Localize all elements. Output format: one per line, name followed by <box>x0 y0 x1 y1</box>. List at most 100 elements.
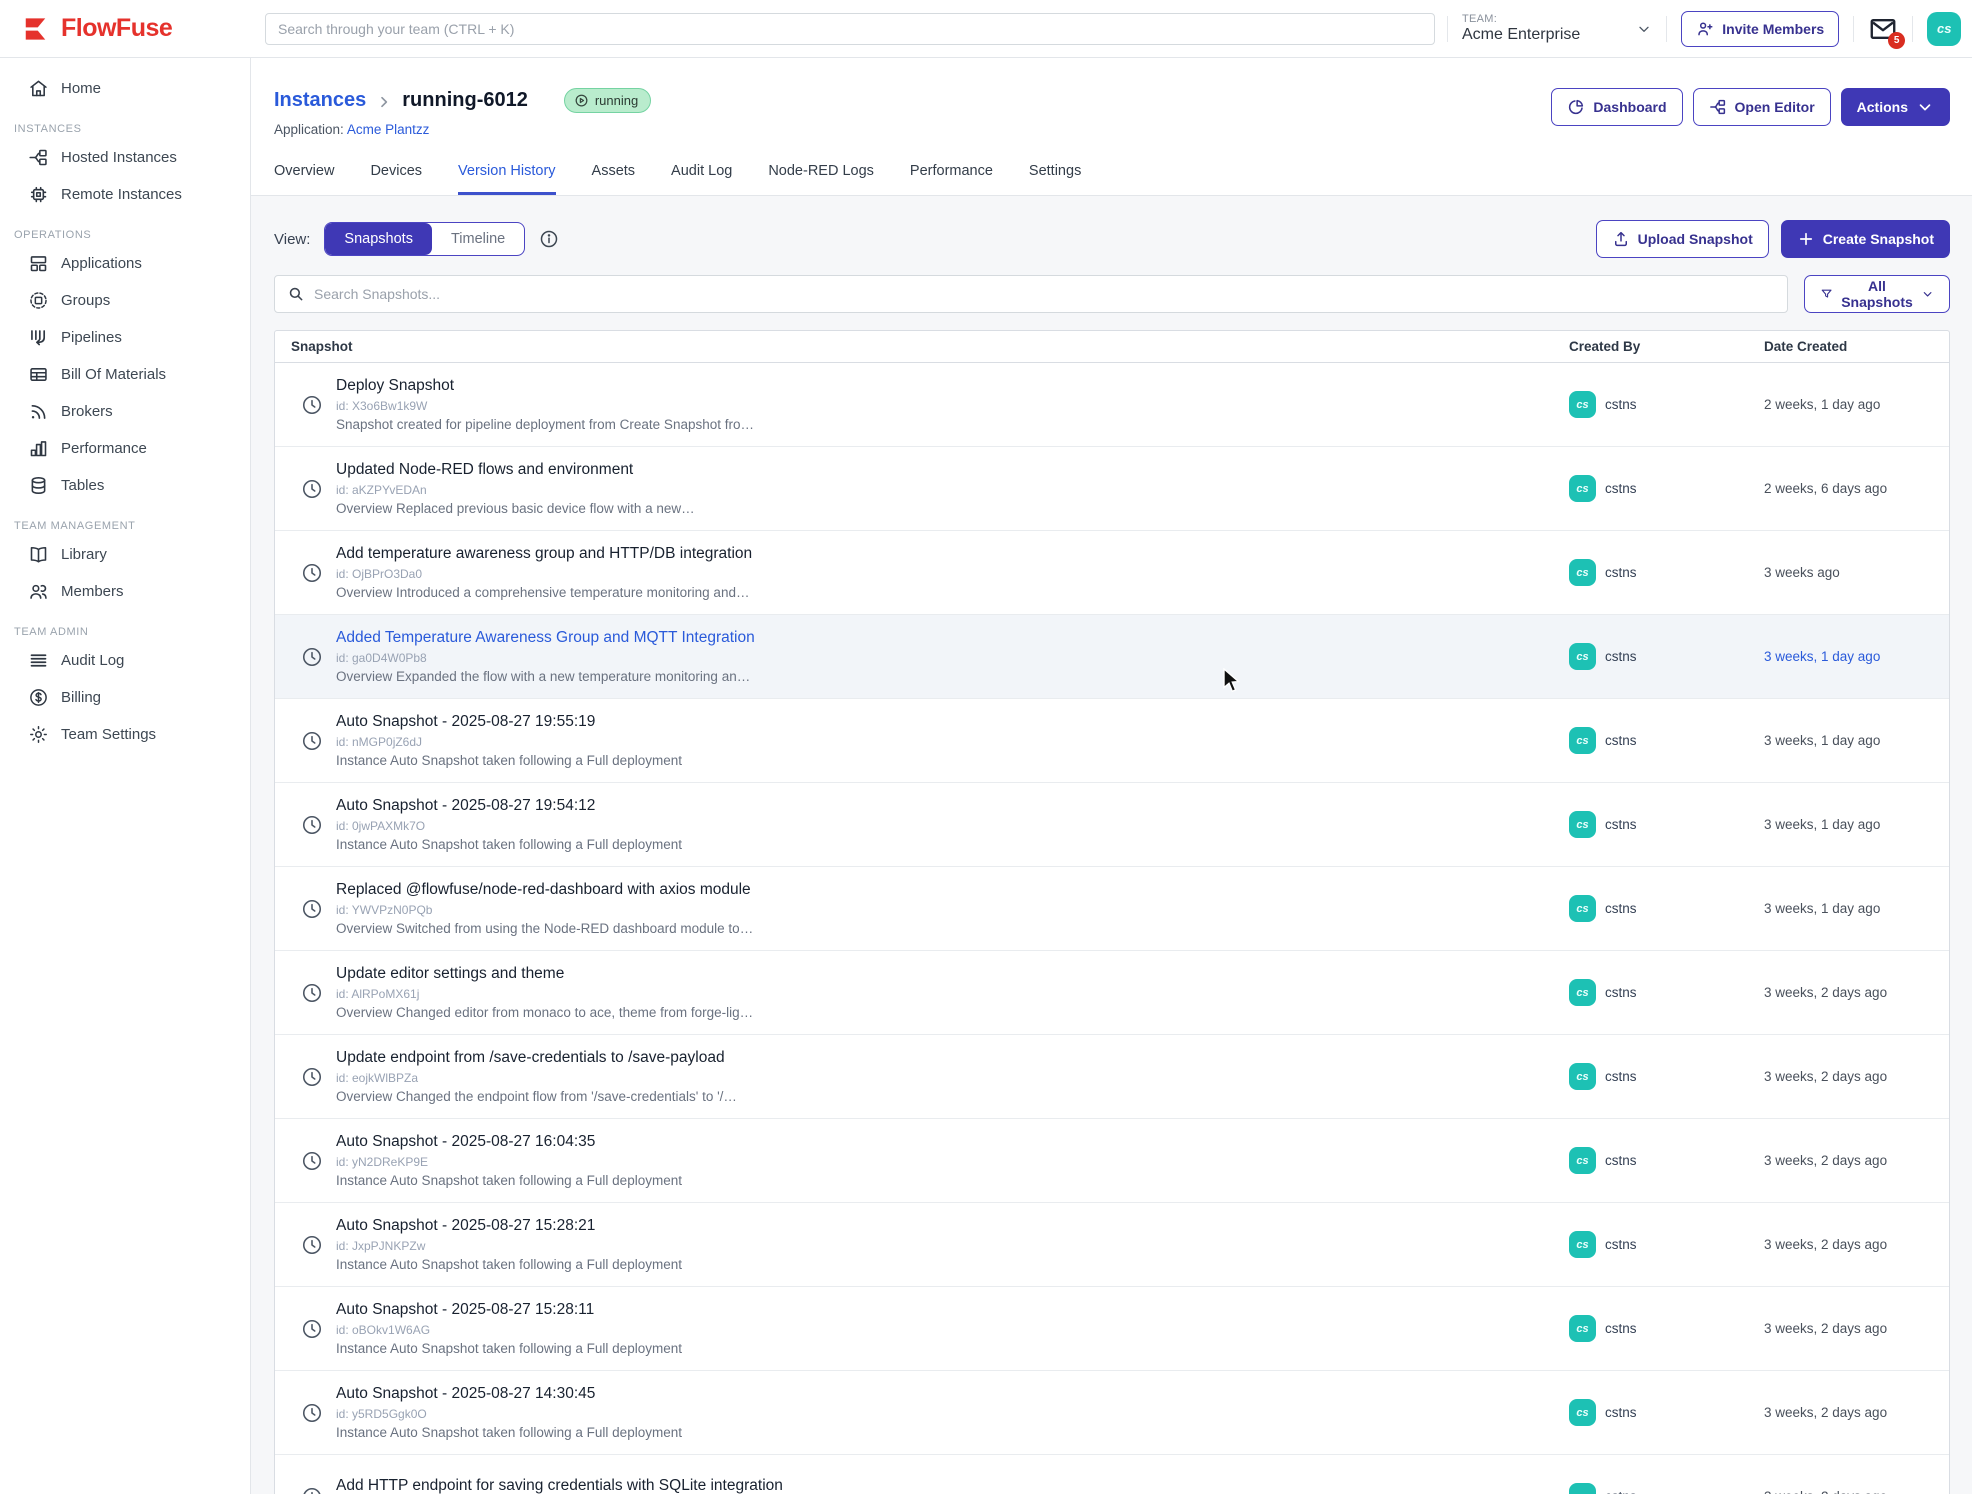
table-row[interactable]: Added Temperature Awareness Group and MQ… <box>275 615 1949 699</box>
sidebar-item-label: Pipelines <box>61 329 122 346</box>
date-created: 3 weeks, 1 day ago <box>1764 783 1949 866</box>
table-row[interactable]: Updated Node-RED flows and environment i… <box>275 447 1949 531</box>
snapshot-filter-button[interactable]: All Snapshots <box>1804 275 1950 313</box>
table-row[interactable]: Auto Snapshot - 2025-08-27 16:04:35 id: … <box>275 1119 1949 1203</box>
info-icon[interactable] <box>539 229 559 249</box>
invite-members-button[interactable]: Invite Members <box>1681 11 1839 47</box>
view-toggle-option[interactable]: Timeline <box>432 223 524 255</box>
sidebar-item[interactable]: Members <box>0 573 250 610</box>
sidebar-item[interactable]: Pipelines <box>0 319 250 356</box>
sidebar-item[interactable]: Tables <box>0 467 250 504</box>
tab[interactable]: Audit Log <box>671 163 732 195</box>
table-row[interactable]: Deploy Snapshot id: X3o6Bw1k9W Snapshot … <box>275 363 1949 447</box>
page-title: running-6012 <box>402 89 528 112</box>
snapshot-id: id: y5RD5Ggk0O <box>336 1407 682 1421</box>
team-search-input[interactable] <box>265 13 1435 45</box>
date-created: 3 weeks ago <box>1764 531 1949 614</box>
sidebar-item[interactable]: Applications <box>0 245 250 282</box>
search-icon <box>287 285 305 303</box>
actions-button[interactable]: Actions <box>1841 88 1950 126</box>
table-row[interactable]: Add temperature awareness group and HTTP… <box>275 531 1949 615</box>
sidebar-section-label: INSTANCES <box>0 107 250 139</box>
breadcrumb: Instances running-6012 running <box>274 88 651 113</box>
table-row[interactable]: Auto Snapshot - 2025-08-27 14:30:45 id: … <box>275 1371 1949 1455</box>
table-row[interactable]: Auto Snapshot - 2025-08-27 15:28:11 id: … <box>275 1287 1949 1371</box>
dashboard-button[interactable]: Dashboard <box>1551 88 1682 126</box>
created-by-name: cstns <box>1605 985 1637 1000</box>
snapshot-id: id: oBOkv1W6AG <box>336 1323 682 1337</box>
table-row[interactable]: Update editor settings and theme id: AlR… <box>275 951 1949 1035</box>
flowfuse-logo[interactable]: FlowFuse <box>0 14 251 44</box>
plus-icon <box>1797 230 1815 248</box>
application-link[interactable]: Acme Plantzz <box>347 122 430 137</box>
snapshot-title: Auto Snapshot - 2025-08-27 15:28:11 <box>336 1301 682 1319</box>
team-selector[interactable]: TEAM: Acme Enterprise <box>1462 13 1652 44</box>
tab[interactable]: Overview <box>274 163 334 195</box>
table-row[interactable]: Auto Snapshot - 2025-08-27 19:54:12 id: … <box>275 783 1949 867</box>
dashboard-label: Dashboard <box>1593 99 1666 115</box>
date-created: 2 weeks, 1 day ago <box>1764 363 1949 446</box>
snapshot-search-input[interactable] <box>314 286 1775 302</box>
snapshot-title: Auto Snapshot - 2025-08-27 15:28:21 <box>336 1217 682 1235</box>
sidebar-item[interactable]: Library <box>0 536 250 573</box>
members-icon <box>28 581 49 602</box>
sidebar-item[interactable]: Billing <box>0 679 250 716</box>
home-icon <box>28 78 49 99</box>
user-avatar[interactable]: cs <box>1927 12 1961 46</box>
tab[interactable]: Node-RED Logs <box>768 163 874 195</box>
clock-icon <box>301 478 323 500</box>
sidebar-item-label: Library <box>61 546 107 563</box>
table-row[interactable]: Auto Snapshot - 2025-08-27 15:28:21 id: … <box>275 1203 1949 1287</box>
breadcrumb-instances-link[interactable]: Instances <box>274 89 366 112</box>
date-created: 3 weeks, 2 days ago <box>1764 951 1949 1034</box>
page-header: Instances running-6012 running Applicati… <box>251 58 1972 196</box>
sidebar-item[interactable]: Remote Instances <box>0 176 250 213</box>
snapshot-description: Overview Expanded the flow with a new te… <box>336 669 755 684</box>
team-name: Acme Enterprise <box>1462 26 1580 44</box>
open-editor-button[interactable]: Open Editor <box>1693 88 1831 126</box>
table-row[interactable]: Add HTTP endpoint for saving credentials… <box>275 1455 1949 1494</box>
snapshot-id: id: aKZPYvEDAn <box>336 483 695 497</box>
audit-log-icon <box>28 650 49 671</box>
tab[interactable]: Version History <box>458 163 556 195</box>
upload-snapshot-button[interactable]: Upload Snapshot <box>1596 220 1769 258</box>
clock-icon <box>301 646 323 668</box>
view-toggle-option[interactable]: Snapshots <box>325 223 432 255</box>
notifications-button[interactable]: 5 <box>1868 16 1898 42</box>
pipelines-icon <box>28 327 49 348</box>
table-row[interactable]: Auto Snapshot - 2025-08-27 19:55:19 id: … <box>275 699 1949 783</box>
sidebar-item[interactable]: Hosted Instances <box>0 139 250 176</box>
snapshot-title: Auto Snapshot - 2025-08-27 14:30:45 <box>336 1385 682 1403</box>
sidebar-item[interactable]: Performance <box>0 430 250 467</box>
tab[interactable]: Performance <box>910 163 993 195</box>
play-circle-icon <box>574 93 589 108</box>
snapshot-id: id: YWVPzN0PQb <box>336 903 753 917</box>
divider <box>1666 16 1667 42</box>
sidebar-item[interactable]: Home <box>0 70 250 107</box>
sidebar-item[interactable]: Team Settings <box>0 716 250 753</box>
snapshot-title: Auto Snapshot - 2025-08-27 16:04:35 <box>336 1133 682 1151</box>
tab[interactable]: Devices <box>370 163 422 195</box>
snapshot-title: Add HTTP endpoint for saving credentials… <box>336 1477 783 1494</box>
sidebar-item[interactable]: Bill Of Materials <box>0 356 250 393</box>
date-created: 3 weeks, 2 days ago <box>1764 1203 1949 1286</box>
table-row[interactable]: Update endpoint from /save-credentials t… <box>275 1035 1949 1119</box>
sidebar-item[interactable]: Groups <box>0 282 250 319</box>
table-row[interactable]: Replaced @flowfuse/node-red-dashboard wi… <box>275 867 1949 951</box>
team-settings-icon <box>28 724 49 745</box>
snapshot-description: Overview Changed the endpoint flow from … <box>336 1089 737 1104</box>
date-created: 3 weeks, 1 day ago <box>1764 699 1949 782</box>
flowfuse-logo-icon <box>22 14 52 44</box>
tab[interactable]: Assets <box>592 163 636 195</box>
date-created: 3 weeks, 2 days ago <box>1764 1035 1949 1118</box>
tab[interactable]: Settings <box>1029 163 1081 195</box>
snapshot-title: Auto Snapshot - 2025-08-27 19:55:19 <box>336 713 682 731</box>
create-snapshot-button[interactable]: Create Snapshot <box>1781 220 1950 258</box>
snapshot-title: Update endpoint from /save-credentials t… <box>336 1049 737 1067</box>
sidebar-item-label: Bill Of Materials <box>61 366 166 383</box>
node-editor-icon <box>1709 98 1727 116</box>
snapshot-search <box>274 275 1788 313</box>
sidebar-item[interactable]: Audit Log <box>0 642 250 679</box>
upload-icon <box>1612 230 1630 248</box>
sidebar-item[interactable]: Brokers <box>0 393 250 430</box>
